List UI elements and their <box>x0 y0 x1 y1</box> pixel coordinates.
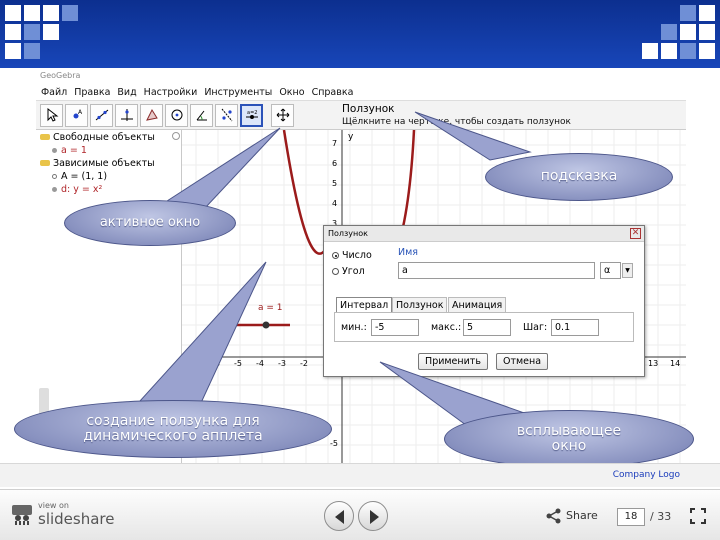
company-logo-text: Company Logo <box>612 470 680 480</box>
next-slide-button[interactable] <box>358 501 388 531</box>
page-number-input[interactable]: 18 <box>617 508 645 526</box>
pointer-hint <box>414 111 532 161</box>
fullscreen-icon[interactable] <box>690 508 706 524</box>
slide-viewer: GeoGebra Файл Правка Вид Настройки Инстр… <box>0 0 720 540</box>
company-strip: Company Logo <box>0 463 720 487</box>
previous-slide-button[interactable] <box>324 501 354 531</box>
slideshare-brand[interactable]: slideshare <box>38 510 114 528</box>
page-total: / 33 <box>650 510 672 523</box>
share-icon[interactable] <box>546 508 562 524</box>
player-bar: view on slideshare Share 18 / 33 <box>0 489 720 540</box>
callout-active-window: активное окно <box>64 200 236 246</box>
slideshare-logo-icon[interactable] <box>10 504 34 526</box>
pointer-active-window <box>149 127 281 213</box>
callout-popup-window: всплывающее окно <box>444 410 694 468</box>
pointer-slider <box>128 261 267 413</box>
share-button[interactable]: Share <box>566 509 598 522</box>
callout-hint: подсказка <box>485 153 673 201</box>
chevron-right-icon <box>370 510 379 524</box>
chevron-left-icon <box>335 510 344 524</box>
view-on-label: view on <box>38 501 69 510</box>
callout-slider-creation: создание ползунка для динамического аппл… <box>14 400 332 458</box>
